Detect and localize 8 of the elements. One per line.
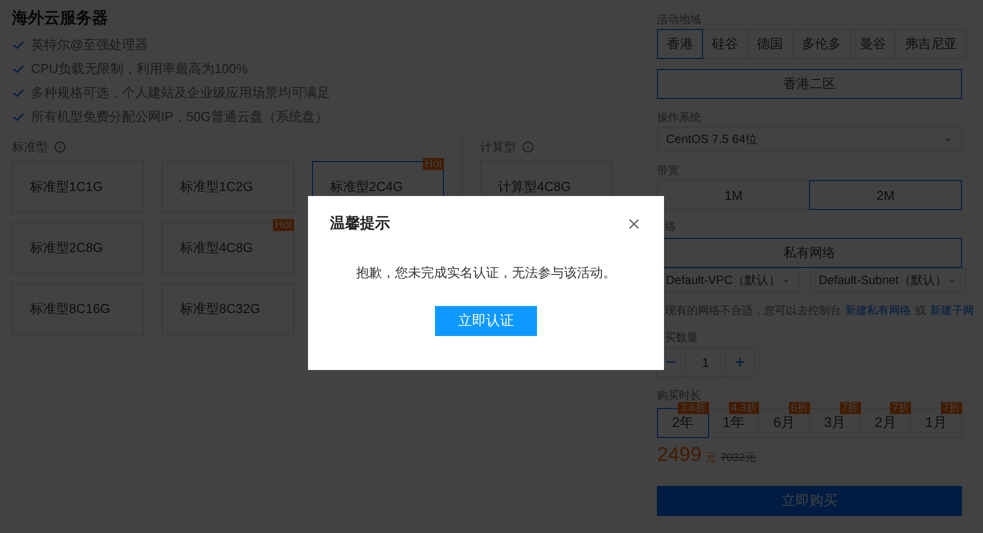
price-amount: 2499 (657, 444, 702, 467)
page-title: 海外云服务器 (12, 8, 109, 29)
dialog-message: 抱歉，您未完成实名认证，无法参与该活动。 (356, 264, 616, 282)
price-unit: 元 (706, 451, 716, 465)
dialog-title: 温馨提示 (330, 214, 390, 233)
create-subnet-link[interactable]: 新建子网 (930, 302, 974, 318)
create-vpc-link[interactable]: 新建私有网络 (845, 302, 911, 318)
verify-button[interactable]: 立即认证 (435, 306, 537, 336)
